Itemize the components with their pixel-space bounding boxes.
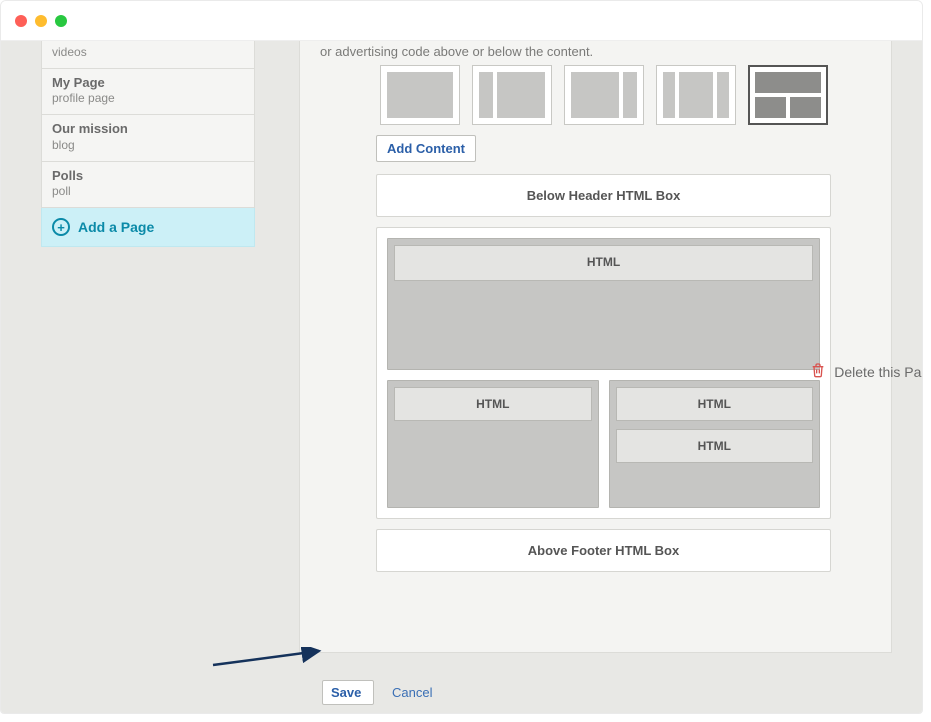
layout-template-three-col[interactable] xyxy=(656,65,736,125)
sidebar-item-my-page[interactable]: My Page profile page xyxy=(41,69,255,115)
content-area: videos My Page profile page Our mission … xyxy=(1,41,922,713)
sidebar-item-subtitle: blog xyxy=(52,138,244,154)
trash-icon xyxy=(810,361,826,382)
delete-page-button[interactable]: Delete this Page xyxy=(810,41,923,702)
add-page-label: Add a Page xyxy=(78,219,154,235)
description-text: or advertising code above or below the c… xyxy=(320,44,593,59)
html-block-label: HTML xyxy=(616,387,814,421)
above-footer-label: Above Footer HTML Box xyxy=(528,543,679,558)
layout-slot-bottom-left[interactable]: HTML xyxy=(387,380,599,508)
html-block-label: HTML xyxy=(616,429,814,463)
minimize-window-dot[interactable] xyxy=(35,15,47,27)
cancel-label: Cancel xyxy=(392,685,432,700)
sidebar-item-title: Polls xyxy=(52,168,244,185)
pages-sidebar: videos My Page profile page Our mission … xyxy=(41,41,255,247)
sidebar-item-videos[interactable]: videos xyxy=(41,41,255,69)
browser-window: videos My Page profile page Our mission … xyxy=(0,0,923,714)
sidebar-item-polls[interactable]: Polls poll xyxy=(41,162,255,208)
above-footer-html-box[interactable]: Above Footer HTML Box xyxy=(376,529,831,572)
close-window-dot[interactable] xyxy=(15,15,27,27)
layout-slot-top[interactable]: HTML xyxy=(387,238,820,370)
sidebar-item-title: Our mission xyxy=(52,121,244,138)
sidebar-item-title: My Page xyxy=(52,75,244,92)
layout-slot-bottom-right[interactable]: HTML HTML xyxy=(609,380,821,508)
save-button[interactable]: Save xyxy=(322,680,374,705)
plus-icon: + xyxy=(52,218,70,236)
cancel-link[interactable]: Cancel xyxy=(392,685,432,700)
sidebar-item-subtitle: poll xyxy=(52,184,244,200)
add-content-label: Add Content xyxy=(387,141,465,156)
layout-templates-row xyxy=(380,65,831,125)
sidebar-item-subtitle: videos xyxy=(52,45,244,61)
delete-label: Delete this Page xyxy=(834,364,923,380)
page-editor-panel: or advertising code above or below the c… xyxy=(299,41,892,653)
layout-preview: HTML HTML HTML HTML xyxy=(376,227,831,519)
sidebar-item-our-mission[interactable]: Our mission blog xyxy=(41,115,255,161)
below-header-label: Below Header HTML Box xyxy=(527,188,681,203)
layout-template-two-col-left[interactable] xyxy=(472,65,552,125)
below-header-html-box[interactable]: Below Header HTML Box xyxy=(376,174,831,217)
layout-template-single[interactable] xyxy=(380,65,460,125)
sidebar-item-subtitle: profile page xyxy=(52,91,244,107)
html-block-label: HTML xyxy=(394,245,813,281)
add-page-button[interactable]: + Add a Page xyxy=(41,208,255,247)
save-label: Save xyxy=(331,685,361,700)
maximize-window-dot[interactable] xyxy=(55,15,67,27)
window-titlebar xyxy=(1,1,922,41)
add-content-button[interactable]: Add Content xyxy=(376,135,476,162)
layout-template-two-col-right[interactable] xyxy=(564,65,644,125)
html-block-label: HTML xyxy=(394,387,592,421)
